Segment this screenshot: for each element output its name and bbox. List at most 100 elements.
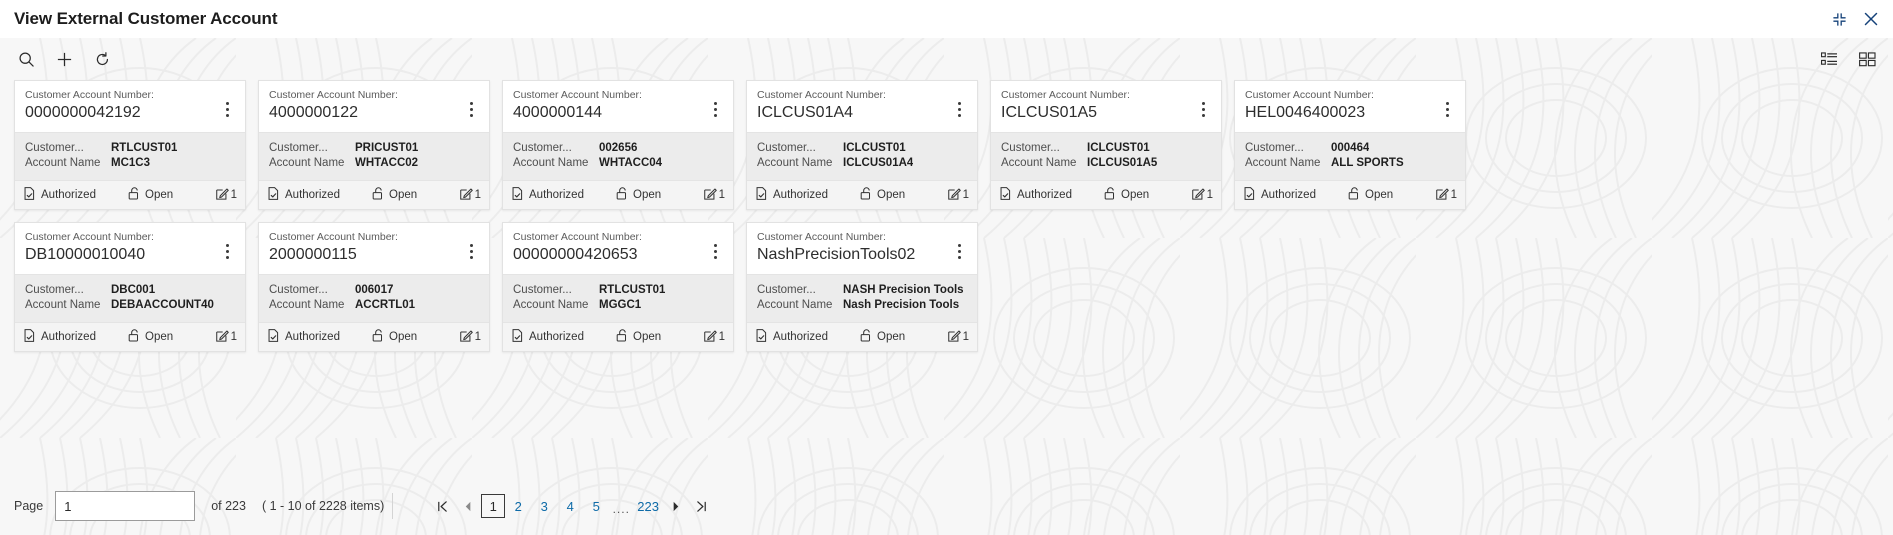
account-card[interactable]: Customer Account Number: 4000000144 Cust… bbox=[502, 80, 734, 210]
list-view-icon[interactable] bbox=[1817, 47, 1841, 71]
version-indicator[interactable]: 1 bbox=[215, 187, 237, 203]
account-name-row: Account Name WHTACC04 bbox=[513, 156, 723, 171]
version-indicator[interactable]: 1 bbox=[703, 187, 725, 203]
card-menu-icon[interactable] bbox=[951, 231, 967, 259]
account-name-value: WHTACC04 bbox=[599, 157, 663, 169]
card-header-texts: Customer Account Number: NashPrecisionTo… bbox=[757, 231, 951, 265]
card-menu-icon[interactable] bbox=[707, 231, 723, 259]
account-card[interactable]: Customer Account Number: HEL0046400023 C… bbox=[1234, 80, 1466, 210]
card-header: Customer Account Number: 2000000115 bbox=[259, 223, 489, 274]
card-header-texts: Customer Account Number: ICLCUS01A5 bbox=[1001, 89, 1195, 123]
account-name-key: Account Name bbox=[269, 157, 345, 169]
prev-page-icon[interactable] bbox=[455, 493, 481, 519]
document-check-icon bbox=[267, 187, 280, 203]
status-text: Authorized bbox=[529, 189, 584, 201]
status-badge: Authorized bbox=[1243, 187, 1348, 203]
total-pages-text: of 223 bbox=[211, 499, 246, 513]
card-body: Customer... NASH Precision Tools Account… bbox=[747, 274, 977, 322]
unlock-icon bbox=[616, 329, 628, 345]
card-header: Customer Account Number: NashPrecisionTo… bbox=[747, 223, 977, 274]
version-indicator[interactable]: 1 bbox=[703, 329, 725, 345]
customer-key: Customer... bbox=[269, 284, 328, 296]
grid-view-icon[interactable] bbox=[1855, 47, 1879, 71]
card-menu-icon[interactable] bbox=[707, 89, 723, 117]
account-number-value: ICLCUS01A4 bbox=[757, 104, 854, 121]
page-title: View External Customer Account bbox=[14, 9, 278, 28]
edit-icon bbox=[215, 187, 229, 203]
account-number-value: 0000000042192 bbox=[25, 104, 141, 121]
account-number-value: NashPrecisionTools02 bbox=[757, 246, 916, 263]
search-icon[interactable] bbox=[14, 47, 38, 71]
card-footer: Authorized Open 1 bbox=[259, 322, 489, 351]
page-number-2[interactable]: 2 bbox=[505, 493, 531, 519]
first-page-icon[interactable] bbox=[429, 493, 455, 519]
card-body: Customer... 002656 Account Name WHTACC04 bbox=[503, 132, 733, 180]
customer-row: Customer... PRICUST01 bbox=[269, 141, 479, 156]
account-card[interactable]: Customer Account Number: NashPrecisionTo… bbox=[746, 222, 978, 352]
account-name-value: ICLCUS01A4 bbox=[843, 157, 914, 169]
account-name-row: Account Name DEBAACCOUNT40 bbox=[25, 298, 235, 313]
plus-icon[interactable] bbox=[52, 47, 76, 71]
version-indicator[interactable]: 1 bbox=[947, 187, 969, 203]
account-card[interactable]: Customer Account Number: ICLCUS01A5 Cust… bbox=[990, 80, 1222, 210]
account-card[interactable]: Customer Account Number: 00000000420653 … bbox=[502, 222, 734, 352]
customer-key: Customer... bbox=[757, 284, 816, 296]
account-name-value: ALL SPORTS bbox=[1331, 157, 1404, 169]
card-header: Customer Account Number: 00000000420653 bbox=[503, 223, 733, 274]
pagination-ellipsis: .... bbox=[612, 502, 630, 516]
version-indicator[interactable]: 1 bbox=[1191, 187, 1213, 203]
version-indicator[interactable]: 1 bbox=[1435, 187, 1457, 203]
page-number-4[interactable]: 4 bbox=[557, 493, 583, 519]
unlock-icon bbox=[128, 329, 140, 345]
card-menu-icon[interactable] bbox=[1195, 89, 1211, 117]
version-count: 1 bbox=[230, 189, 237, 201]
account-card[interactable]: Customer Account Number: 0000000042192 C… bbox=[14, 80, 246, 210]
last-page-icon[interactable] bbox=[689, 493, 715, 519]
collapse-icon[interactable] bbox=[1832, 12, 1847, 27]
account-card[interactable]: Customer Account Number: DB10000010040 C… bbox=[14, 222, 246, 352]
page-number-5[interactable]: 5 bbox=[583, 493, 609, 519]
close-icon[interactable] bbox=[1863, 11, 1879, 27]
card-body: Customer... ICLCUST01 Account Name ICLCU… bbox=[747, 132, 977, 180]
document-check-icon bbox=[267, 329, 280, 345]
customer-key: Customer... bbox=[513, 284, 572, 296]
card-menu-icon[interactable] bbox=[219, 231, 235, 259]
account-name-key: Account Name bbox=[1001, 157, 1077, 169]
page-number-1[interactable]: 1 bbox=[481, 494, 506, 518]
page-number-3[interactable]: 3 bbox=[531, 493, 557, 519]
card-menu-icon[interactable] bbox=[1439, 89, 1455, 117]
card-row: Customer Account Number: DB10000010040 C… bbox=[14, 222, 1879, 352]
version-indicator[interactable]: 1 bbox=[215, 329, 237, 345]
version-count: 1 bbox=[718, 189, 725, 201]
customer-row: Customer... DBC001 bbox=[25, 283, 235, 298]
account-name-row: Account Name MC1C3 bbox=[25, 156, 235, 171]
card-menu-icon[interactable] bbox=[951, 89, 967, 117]
next-page-icon[interactable] bbox=[663, 493, 689, 519]
account-number-label: Customer Account Number: bbox=[757, 231, 886, 243]
version-indicator[interactable]: 1 bbox=[459, 329, 481, 345]
card-menu-icon[interactable] bbox=[219, 89, 235, 117]
page-number-last[interactable]: 223 bbox=[633, 493, 663, 519]
document-check-icon bbox=[23, 329, 36, 345]
refresh-icon[interactable] bbox=[90, 47, 114, 71]
customer-key: Customer... bbox=[757, 142, 816, 154]
account-card[interactable]: Customer Account Number: ICLCUS01A4 Cust… bbox=[746, 80, 978, 210]
toolbar-left-group bbox=[14, 47, 114, 71]
card-footer: Authorized Open 1 bbox=[503, 322, 733, 351]
account-card[interactable]: Customer Account Number: 2000000115 Cust… bbox=[258, 222, 490, 352]
card-body: Customer... RTLCUST01 Account Name MC1C3 bbox=[15, 132, 245, 180]
page-input[interactable] bbox=[55, 491, 196, 521]
pagination-bar: Page of 223 ( 1 - 10 of 2228 items) 1 2 … bbox=[0, 477, 1893, 535]
account-number-label: Customer Account Number: bbox=[757, 89, 886, 101]
status-text: Authorized bbox=[41, 189, 96, 201]
version-indicator[interactable]: 1 bbox=[459, 187, 481, 203]
version-indicator[interactable]: 1 bbox=[947, 329, 969, 345]
document-check-icon bbox=[755, 329, 768, 345]
card-menu-icon[interactable] bbox=[463, 231, 479, 259]
account-card[interactable]: Customer Account Number: 4000000122 Cust… bbox=[258, 80, 490, 210]
account-name-key: Account Name bbox=[269, 299, 345, 311]
version-count: 1 bbox=[1450, 189, 1457, 201]
card-menu-icon[interactable] bbox=[463, 89, 479, 117]
status-badge: Authorized bbox=[267, 329, 372, 345]
status-text: Authorized bbox=[773, 189, 828, 201]
